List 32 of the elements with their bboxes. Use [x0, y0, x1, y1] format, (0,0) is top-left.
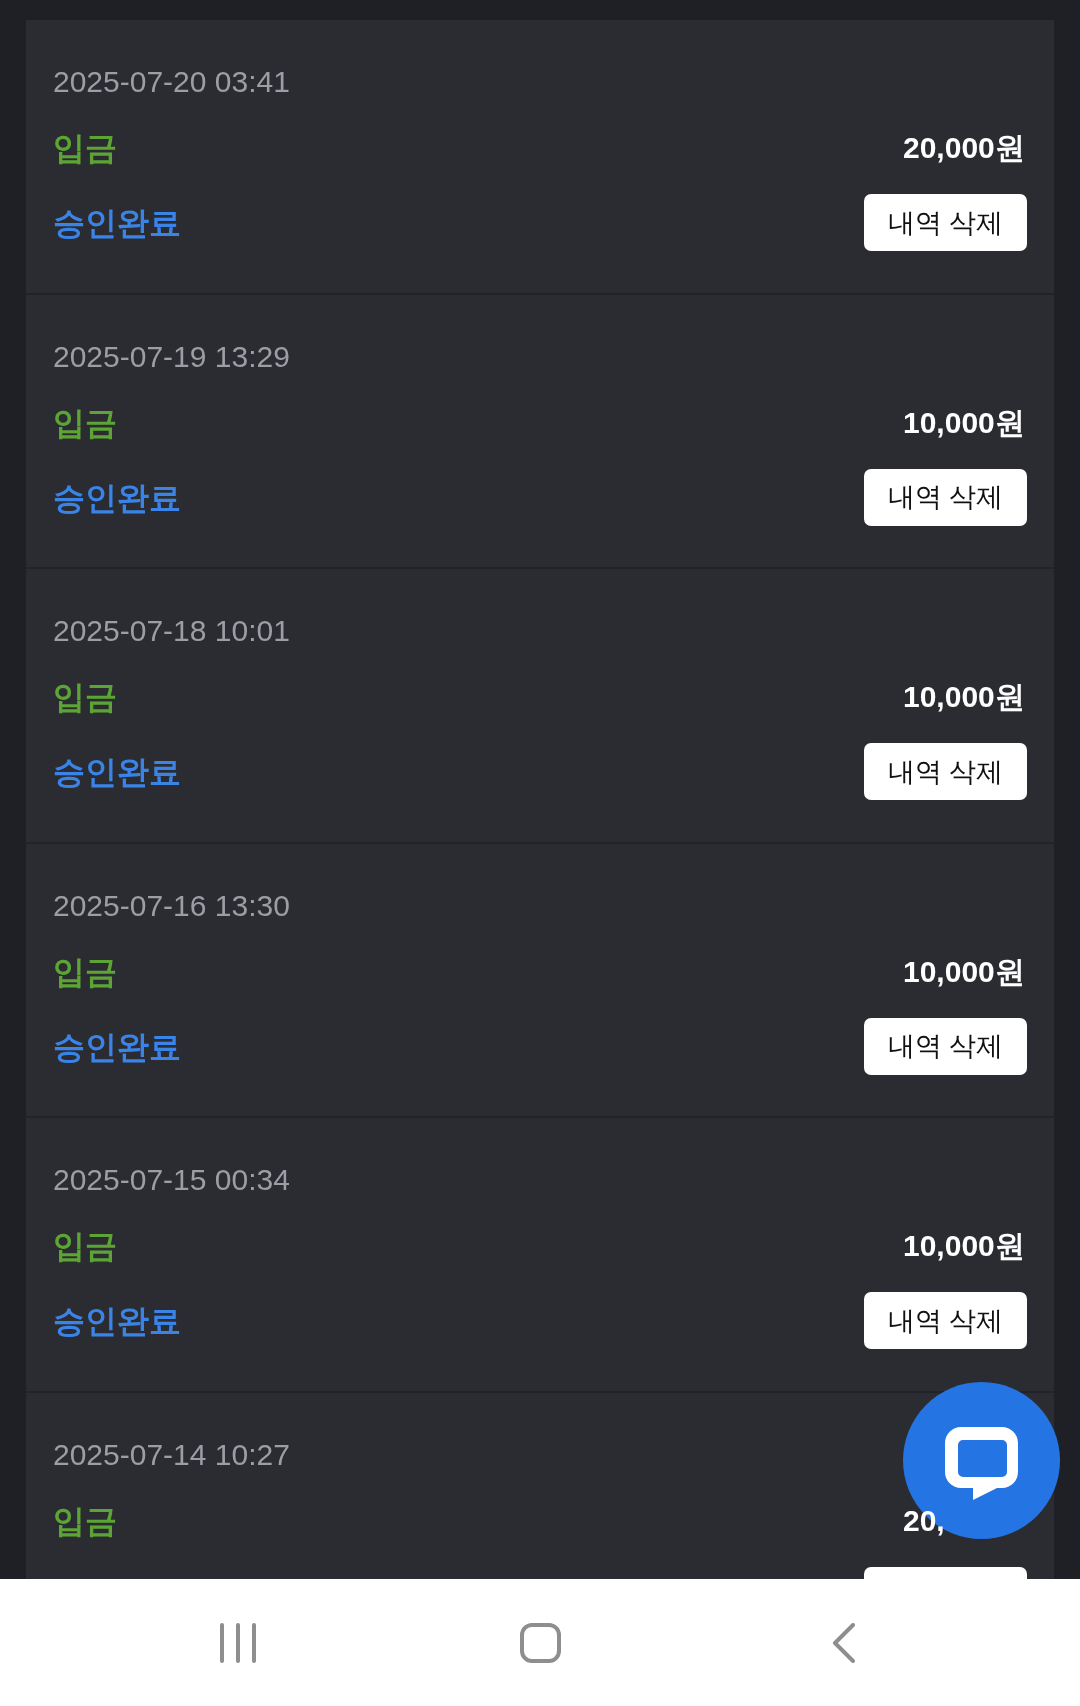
transaction-amount: 10,000원: [903, 680, 1025, 713]
delete-button[interactable]: 내역 삭제: [864, 194, 1027, 251]
approval-status: 승인완료: [53, 753, 181, 792]
transaction-date: 2025-07-19 13:29: [53, 338, 290, 375]
transaction-amount: 10,000원: [903, 954, 1025, 988]
transaction-type: 입금: [53, 129, 117, 168]
recent-apps-icon[interactable]: [220, 1622, 256, 1663]
delete-button[interactable]: [864, 1566, 1027, 1579]
approval-status: 승인완료: [53, 204, 181, 243]
transaction-type: 입금: [53, 1501, 117, 1541]
approval-status: 승인완료: [53, 1302, 181, 1341]
delete-button[interactable]: 내역 삭제: [864, 743, 1027, 800]
delete-button[interactable]: 내역 삭제: [864, 1017, 1027, 1075]
transaction-amount: 10,000원: [903, 405, 1025, 439]
home-icon[interactable]: [520, 1622, 561, 1663]
delete-button[interactable]: 내역 삭제: [864, 468, 1027, 526]
approval-status: 승인완료: [53, 1027, 181, 1067]
transaction-date: 2025-07-20 03:41: [53, 64, 290, 100]
delete-button[interactable]: 내역 삭제: [864, 1292, 1027, 1349]
approval-status: 승인완료: [53, 478, 181, 518]
transaction-type: 입금: [53, 1227, 117, 1266]
transaction-date: 2025-07-18 10:01: [53, 613, 290, 649]
transaction-type: 입금: [53, 403, 117, 443]
transaction-amount: 10,000원: [903, 1229, 1025, 1262]
transaction-amount: 20,000원: [903, 131, 1025, 164]
transaction-type: 입금: [53, 952, 117, 992]
transaction-date: 2025-07-16 13:30: [53, 887, 290, 924]
transaction-type: 입금: [53, 678, 117, 717]
back-icon[interactable]: [832, 1622, 855, 1663]
transaction-date: 2025-07-14 10:27: [53, 1436, 290, 1473]
transaction-date: 2025-07-15 00:34: [53, 1162, 290, 1198]
chat-bubble-icon: [945, 1426, 1018, 1500]
